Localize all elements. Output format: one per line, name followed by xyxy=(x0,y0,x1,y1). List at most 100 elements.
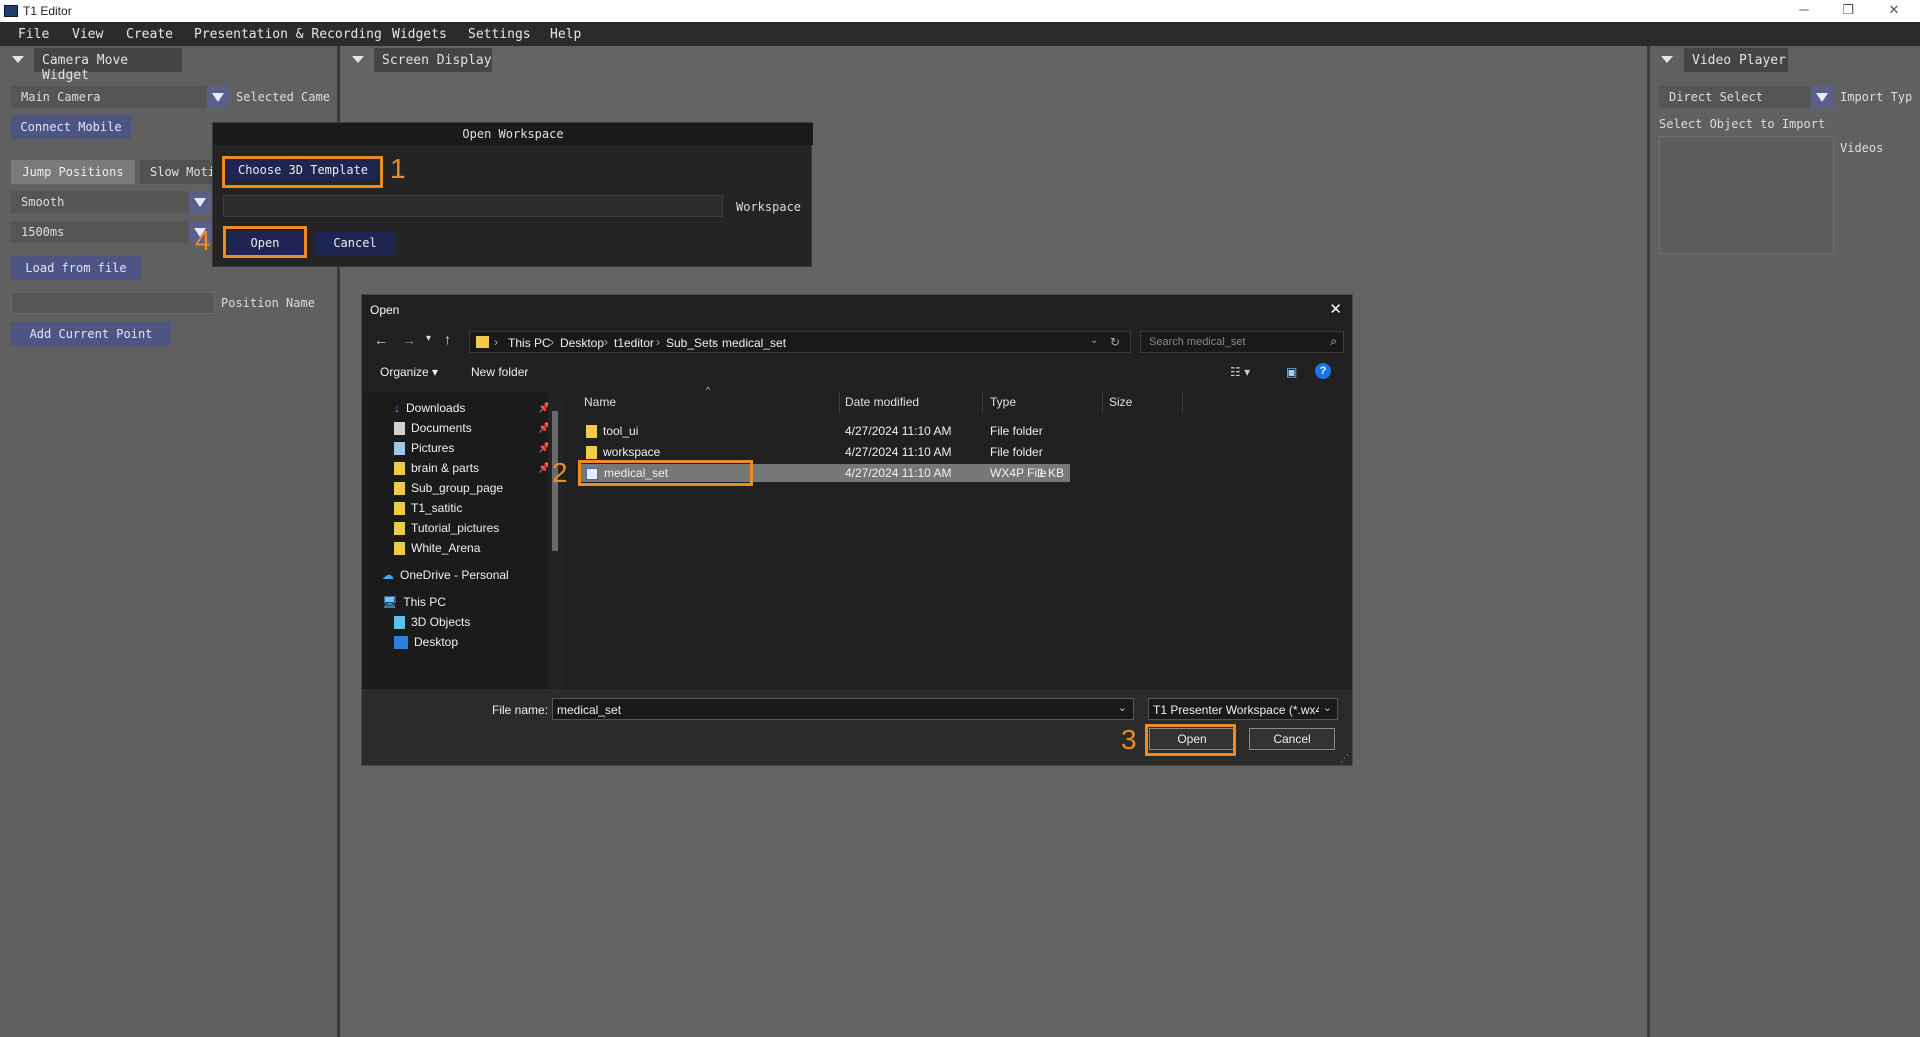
breadcrumb[interactable]: › This PC › Desktop › t1editor › Sub_Set… xyxy=(469,331,1131,353)
duration-select[interactable]: 1500ms xyxy=(11,221,211,243)
column-date-modified[interactable]: Date modified xyxy=(845,395,919,409)
menu-view[interactable]: View xyxy=(72,27,103,42)
workspace-cancel-button[interactable]: Cancel xyxy=(315,231,395,255)
import-type-label: Import Typ xyxy=(1840,90,1913,104)
nav-item-this-pc[interactable]: 🖥 This PC xyxy=(382,595,446,609)
camera-select[interactable]: Main Camera xyxy=(11,86,229,108)
document-icon xyxy=(394,422,405,436)
column-type[interactable]: Type xyxy=(990,395,1016,409)
view-options-icon[interactable]: ☷ ▾ xyxy=(1230,365,1250,379)
file-dialog-title: Open xyxy=(370,303,400,317)
panel-collapse-icon[interactable] xyxy=(12,56,24,63)
refresh-icon[interactable]: ↻ xyxy=(1110,335,1120,349)
tab-camera-move-widget[interactable]: Camera Move Widget xyxy=(34,48,182,83)
nav-item-documents[interactable]: Documents xyxy=(394,421,472,436)
nav-item-downloads[interactable]: ↓ Downloads xyxy=(394,401,465,415)
navigation-pane: ↓ Downloads 📌 Documents 📌 Pictures 📌 brai… xyxy=(362,393,562,689)
chevron-down-icon[interactable]: ⌄ xyxy=(1118,701,1127,714)
annotation-box-2 xyxy=(578,460,753,486)
resize-grip-icon[interactable]: ⋰ xyxy=(1340,753,1349,764)
nav-scrollbar[interactable] xyxy=(548,393,562,689)
window-title: T1 Editor xyxy=(23,4,72,18)
file-row-tool-ui[interactable]: tool_ui 4/27/2024 11:10 AM File folder xyxy=(580,422,1070,440)
forward-arrow-icon[interactable]: → xyxy=(402,332,416,348)
app-icon xyxy=(4,5,18,17)
menu-file[interactable]: File xyxy=(18,27,49,42)
close-icon[interactable]: ✕ xyxy=(1329,300,1342,318)
column-divider[interactable] xyxy=(839,391,840,413)
column-name[interactable]: Name xyxy=(584,395,616,409)
chevron-down-icon[interactable] xyxy=(189,191,211,213)
restore-icon[interactable]: ❐ xyxy=(1828,2,1868,20)
annotation-number-1: 1 xyxy=(390,153,406,184)
nav-item-tutorial-pictures[interactable]: Tutorial_pictures xyxy=(394,521,499,536)
panel-collapse-icon[interactable] xyxy=(1661,56,1673,63)
column-divider[interactable] xyxy=(1102,391,1103,413)
help-icon[interactable]: ? xyxy=(1315,363,1331,379)
breadcrumb-separator: › xyxy=(656,335,660,349)
connect-mobile-button[interactable]: Connect Mobile xyxy=(11,115,131,139)
videos-list[interactable] xyxy=(1659,136,1834,254)
tab-video-player[interactable]: Video Player xyxy=(1684,48,1788,72)
nav-item-brain-parts[interactable]: brain & parts xyxy=(394,461,479,476)
breadcrumb-medical-set[interactable]: medical_set xyxy=(722,336,786,350)
workspace-path-input[interactable] xyxy=(223,195,723,217)
close-window-icon[interactable]: ✕ xyxy=(1874,2,1914,20)
import-mode-select[interactable]: Direct Select xyxy=(1659,86,1833,108)
file-name-label: File name: xyxy=(492,703,549,717)
breadcrumb-t1editor[interactable]: t1editor xyxy=(614,336,654,350)
new-folder-button[interactable]: New folder xyxy=(471,365,528,379)
column-size[interactable]: Size xyxy=(1109,395,1132,409)
nav-item-pictures[interactable]: Pictures xyxy=(394,441,454,456)
breadcrumb-sub-sets[interactable]: Sub_Sets xyxy=(666,336,718,350)
column-divider[interactable] xyxy=(982,391,983,413)
up-arrow-icon[interactable]: ↑ xyxy=(444,331,451,347)
nav-item-onedrive[interactable]: ☁ OneDrive - Personal xyxy=(382,568,509,582)
nav-item-sub-group-page[interactable]: Sub_group_page xyxy=(394,481,503,496)
menu-bar: File View Create Presentation & Recordin… xyxy=(0,22,1920,46)
tab-jump-positions[interactable]: Jump Positions xyxy=(11,160,135,184)
folder-icon xyxy=(586,446,597,460)
easing-select[interactable]: Smooth xyxy=(11,191,211,213)
back-arrow-icon[interactable]: ← xyxy=(374,332,388,348)
organize-menu[interactable]: Organize ▾ xyxy=(380,365,438,379)
chevron-down-icon[interactable] xyxy=(207,86,229,108)
tab-screen-display[interactable]: Screen Display xyxy=(374,48,492,72)
folder-icon xyxy=(394,542,405,556)
column-divider[interactable] xyxy=(1182,391,1183,413)
desktop-icon xyxy=(394,636,408,650)
minimize-icon[interactable]: ─ xyxy=(1784,2,1824,20)
menu-settings[interactable]: Settings xyxy=(468,27,531,42)
preview-pane-icon[interactable]: ▣ xyxy=(1286,365,1297,379)
menu-create[interactable]: Create xyxy=(126,27,173,42)
file-row-workspace[interactable]: workspace 4/27/2024 11:10 AM File folder xyxy=(580,443,1070,461)
workspace-label: Workspace xyxy=(736,200,802,214)
nav-item-3d-objects[interactable]: 3D Objects xyxy=(394,615,470,630)
file-cancel-button[interactable]: Cancel xyxy=(1249,728,1335,750)
nav-item-desktop[interactable]: Desktop xyxy=(394,635,458,650)
nav-item-white-arena[interactable]: White_Arena xyxy=(394,541,480,556)
file-name-input[interactable]: medical_set ⌄ xyxy=(552,698,1134,720)
annotation-box-4 xyxy=(223,226,307,258)
load-from-file-button[interactable]: Load from file xyxy=(11,256,141,280)
folder-icon xyxy=(476,336,489,348)
recent-locations-chevron-icon[interactable]: ▾ xyxy=(426,333,431,344)
search-input[interactable]: Search medical_set ⌕ xyxy=(1140,331,1344,353)
folder-icon xyxy=(394,482,405,496)
breadcrumb-this-pc[interactable]: This PC xyxy=(508,336,551,350)
breadcrumb-desktop[interactable]: Desktop xyxy=(560,336,604,350)
menu-presentation-recording[interactable]: Presentation & Recording xyxy=(194,27,382,42)
annotation-box-1 xyxy=(222,156,383,188)
chevron-down-icon[interactable] xyxy=(1811,86,1833,108)
chevron-down-icon[interactable]: ⌄ xyxy=(1323,701,1332,714)
menu-widgets[interactable]: Widgets xyxy=(392,27,447,42)
position-name-input[interactable] xyxy=(11,292,215,314)
nav-item-t1-satitic[interactable]: T1_satitic xyxy=(394,501,462,516)
panel-collapse-icon[interactable] xyxy=(352,56,364,63)
cloud-icon: ☁ xyxy=(382,568,394,582)
sort-ascending-icon: ^ xyxy=(706,385,711,395)
menu-help[interactable]: Help xyxy=(550,27,581,42)
add-current-point-button[interactable]: Add Current Point xyxy=(11,322,171,346)
chevron-down-icon[interactable]: ⌄ xyxy=(1090,335,1098,346)
file-type-select[interactable]: T1 Presenter Workspace (*.wx4p ⌄ xyxy=(1148,698,1338,720)
